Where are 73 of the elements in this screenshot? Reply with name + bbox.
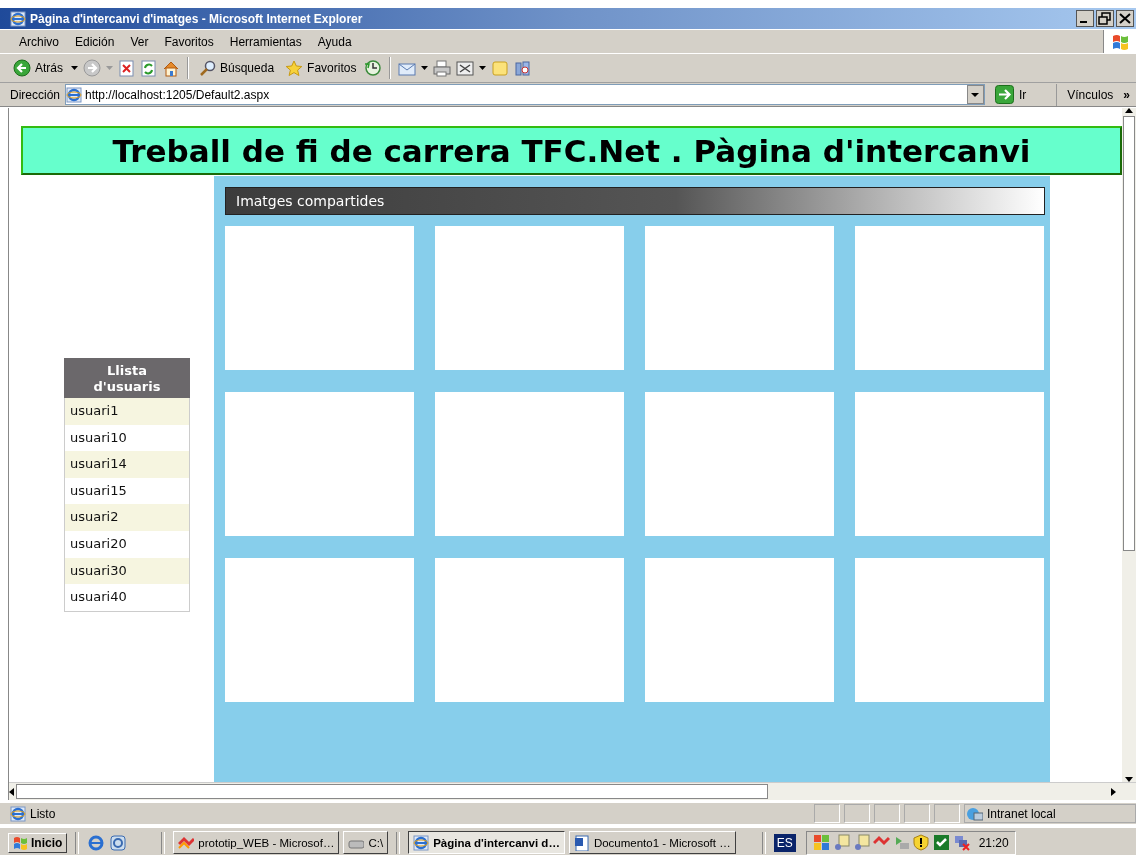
user-list-item[interactable]: usuari15 [65,477,189,505]
menu-item[interactable]: Edición [67,32,123,51]
back-button[interactable]: Atrás [10,57,66,79]
restore-icon[interactable] [1096,10,1114,27]
status-pane [874,804,900,823]
user-list-item[interactable]: usuari40 [65,584,189,611]
caret-icon[interactable] [71,66,78,70]
scroll-right-icon[interactable] [1111,787,1116,796]
horizontal-scrollbar[interactable] [9,782,1136,800]
zone-text: Intranet local [987,806,1056,821]
windows-logo-icon [1110,32,1130,51]
gallery-header: Imatges compartides [225,187,1045,215]
shield-warning-icon[interactable] [912,834,930,851]
close-icon[interactable] [1116,10,1134,27]
taskbar-button[interactable]: prototip_WEB - Microsof… [173,831,340,854]
address-label: Dirección [10,87,60,102]
scroll-left-icon[interactable] [9,787,14,796]
dropdown-arrow-icon[interactable] [971,92,980,97]
status-pane [844,804,870,823]
status-text: Listo [30,806,56,821]
menu-item[interactable]: Archivo [11,32,67,51]
status-pane [904,804,930,823]
menu-item[interactable]: Ayuda [309,32,360,51]
home-icon[interactable] [162,59,180,77]
stop-icon[interactable] [118,59,135,77]
browser-icon [413,834,430,851]
browser-icon[interactable] [87,833,106,852]
user-list-item[interactable]: usuari2 [65,504,189,531]
user-list-item[interactable]: usuari10 [65,424,189,452]
list-header: Llista d'usuaris [64,358,190,398]
user-list-item[interactable]: usuari30 [65,557,189,585]
menu-item[interactable]: Herramientas [221,32,310,51]
network-icon [965,805,983,822]
status-pane [814,804,840,823]
windows-logo-icon [13,834,28,851]
refresh-icon[interactable] [140,59,157,77]
minimize-icon[interactable] [1076,10,1094,27]
grid-icon[interactable] [812,834,830,851]
user-list-item[interactable]: usuari14 [65,451,189,478]
history-icon[interactable] [364,59,383,77]
caret-icon[interactable] [479,66,487,70]
checkmark-icon[interactable] [932,834,950,851]
document-icon [573,834,590,851]
star-icon [285,59,304,77]
page-icon [10,805,26,822]
search-button[interactable]: Búsqueda [196,57,278,79]
clock: 21:20 [978,835,1009,850]
menu-item[interactable]: Ver [122,32,157,51]
page-banner: Treball de fi de carrera TFC.Net . Pàgina d'intercanvi [21,126,1122,175]
window-title: Pàgina d'intercanvi d'imatges - Microsoft Internet Explorer [30,11,364,26]
status-pane [934,804,960,823]
user-list-item[interactable]: usuari1 [65,398,189,425]
taskbar-button[interactable]: Pàgina d'intercanvi d… [408,831,565,854]
browser-icon [10,10,26,27]
more-chevron[interactable]: » [1123,87,1130,102]
caret-icon[interactable] [421,66,429,70]
favorites-button[interactable]: Favoritos [282,57,360,79]
taskbar-button[interactable]: C:\ [343,831,389,854]
page-icon [66,86,82,103]
links-button[interactable]: Vínculos [1067,87,1114,102]
go-button[interactable]: Ir [990,83,1058,106]
start-button[interactable]: Inicio [8,832,68,853]
search-icon [199,59,216,77]
vertical-scrollbar[interactable] [1122,108,1136,782]
address-field[interactable]: http://localhost:1205/Default2.aspx [65,84,985,105]
network-disconnected-icon[interactable] [952,834,970,851]
menu-item[interactable]: Favoritos [156,32,222,51]
go-arrow-icon [994,85,1014,104]
language-indicator[interactable]: ES [773,833,796,852]
printer-icon[interactable] [433,59,452,77]
user-list-item[interactable]: usuari20 [65,530,189,558]
taskbar-button[interactable]: Documento1 - Microsoft … [568,831,736,854]
back-arrow-icon [13,59,31,77]
